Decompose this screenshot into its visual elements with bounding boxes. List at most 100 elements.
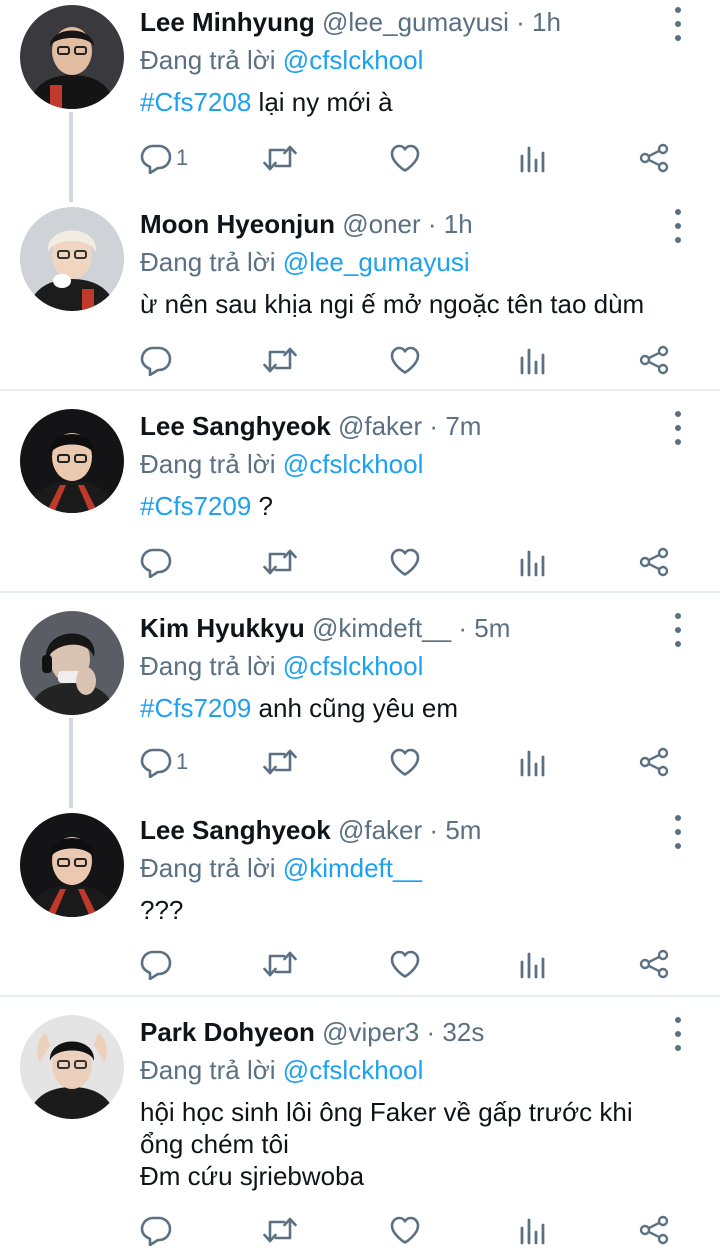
more-icon[interactable] [672, 209, 684, 243]
tweet[interactable]: Moon Hyeonjun @oner · 1h Đang trả lời @l… [0, 204, 720, 388]
like-button[interactable] [389, 340, 421, 380]
timestamp[interactable]: 7m [445, 411, 481, 441]
share-button[interactable] [638, 1210, 670, 1250]
like-button[interactable] [389, 138, 421, 178]
user-handle[interactable]: @lee_gumayusi [322, 7, 509, 37]
display-name[interactable]: Park Dohyeon [140, 1017, 315, 1047]
hashtag-link[interactable]: #Cfs7209 [140, 693, 251, 723]
reply-button[interactable] [140, 542, 172, 582]
more-icon[interactable] [672, 1017, 684, 1051]
reply-button[interactable]: 1 [140, 138, 188, 178]
analytics-button[interactable] [516, 742, 548, 782]
share-icon [638, 948, 670, 980]
analytics-button[interactable] [516, 944, 548, 984]
timestamp[interactable]: 1h [532, 7, 561, 37]
share-icon [638, 746, 670, 778]
display-name[interactable]: Moon Hyeonjun [140, 209, 335, 239]
tweet-actions [140, 1210, 690, 1250]
avatar[interactable] [20, 207, 124, 311]
analytics-icon [516, 344, 548, 376]
timestamp[interactable]: 32s [442, 1017, 484, 1047]
separator-dot: · [427, 209, 437, 239]
more-icon[interactable] [672, 411, 684, 445]
replying-to-mention[interactable]: @cfslckhool [283, 45, 424, 75]
user-handle[interactable]: @kimdeft__ [312, 613, 451, 643]
tweet-divider [0, 389, 720, 391]
retweet-button[interactable] [262, 742, 298, 782]
like-button[interactable] [389, 1210, 421, 1250]
share-icon [638, 546, 670, 578]
tweet-actions [140, 340, 690, 380]
reply-button[interactable] [140, 944, 172, 984]
reply-count: 1 [176, 749, 189, 774]
tweet-header: Lee Minhyung @lee_gumayusi · 1h [140, 2, 660, 42]
replying-to-mention[interactable]: @kimdeft__ [283, 853, 422, 883]
avatar[interactable] [20, 813, 124, 917]
analytics-button[interactable] [516, 542, 548, 582]
replying-to-mention[interactable]: @lee_gumayusi [283, 247, 470, 277]
tweet-text-content: ??? [140, 895, 184, 925]
tweet[interactable]: Park Dohyeon @viper3 · 32s Đang trả lời … [0, 1012, 720, 1253]
display-name[interactable]: Lee Sanghyeok [140, 815, 331, 845]
user-handle[interactable]: @faker [338, 815, 422, 845]
like-button[interactable] [389, 742, 421, 782]
retweet-button[interactable] [262, 542, 298, 582]
tweet[interactable]: Lee Minhyung @lee_gumayusi · 1h Đang trả… [0, 2, 720, 192]
tweet-header: Kim Hyukkyu @kimdeft__ · 5m [140, 608, 660, 648]
replying-to-prefix: Đang trả lời [140, 651, 276, 681]
like-button[interactable] [389, 944, 421, 984]
more-icon[interactable] [672, 613, 684, 647]
avatar[interactable] [20, 5, 124, 109]
more-icon[interactable] [672, 7, 684, 41]
tweet-actions: 1 [140, 742, 690, 782]
reply-button[interactable] [140, 340, 172, 380]
analytics-button[interactable] [516, 1210, 548, 1250]
replying-to-mention[interactable]: @cfslckhool [283, 651, 424, 681]
share-button[interactable] [638, 944, 670, 984]
share-button[interactable] [638, 742, 670, 782]
display-name[interactable]: Lee Minhyung [140, 7, 315, 37]
retweet-button[interactable] [262, 1210, 298, 1250]
tweet[interactable]: Lee Sanghyeok @faker · 5m Đang trả lời @… [0, 810, 720, 994]
reply-button[interactable] [140, 1210, 172, 1250]
more-icon[interactable] [672, 815, 684, 849]
display-name[interactable]: Lee Sanghyeok [140, 411, 331, 441]
share-icon [638, 344, 670, 376]
tweet[interactable]: Lee Sanghyeok @faker · 7m Đang trả lời @… [0, 406, 720, 590]
tweet-text-content: anh cũng yêu em [251, 693, 459, 723]
user-handle[interactable]: @viper3 [322, 1017, 419, 1047]
replying-to-mention[interactable]: @cfslckhool [283, 449, 424, 479]
separator-dot: · [458, 613, 467, 643]
tweet-actions [140, 542, 690, 582]
share-button[interactable] [638, 138, 670, 178]
hashtag-link[interactable]: #Cfs7209 [140, 491, 251, 521]
timestamp[interactable]: 5m [445, 815, 481, 845]
avatar[interactable] [20, 409, 124, 513]
retweet-button[interactable] [262, 340, 298, 380]
retweet-icon [262, 142, 298, 174]
tweet-actions [140, 944, 690, 984]
tweet-header: Park Dohyeon @viper3 · 32s [140, 1012, 660, 1052]
tweet-header: Lee Sanghyeok @faker · 7m [140, 406, 660, 446]
avatar[interactable] [20, 611, 124, 715]
like-button[interactable] [389, 542, 421, 582]
hashtag-link[interactable]: #Cfs7208 [140, 87, 251, 117]
avatar[interactable] [20, 1015, 124, 1119]
analytics-button[interactable] [516, 138, 548, 178]
display-name[interactable]: Kim Hyukkyu [140, 613, 305, 643]
share-button[interactable] [638, 542, 670, 582]
timestamp[interactable]: 1h [444, 209, 473, 239]
timestamp[interactable]: 5m [474, 613, 510, 643]
replying-to: Đang trả lời @kimdeft__ [140, 850, 660, 886]
retweet-button[interactable] [262, 138, 298, 178]
retweet-icon [262, 546, 298, 578]
share-button[interactable] [638, 340, 670, 380]
reply-button[interactable]: 1 [140, 742, 188, 782]
analytics-button[interactable] [516, 340, 548, 380]
share-icon [638, 142, 670, 174]
tweet[interactable]: Kim Hyukkyu @kimdeft__ · 5m Đang trả lời… [0, 608, 720, 798]
user-handle[interactable]: @oner [342, 209, 420, 239]
retweet-button[interactable] [262, 944, 298, 984]
user-handle[interactable]: @faker [338, 411, 422, 441]
replying-to-mention[interactable]: @cfslckhool [283, 1055, 424, 1085]
